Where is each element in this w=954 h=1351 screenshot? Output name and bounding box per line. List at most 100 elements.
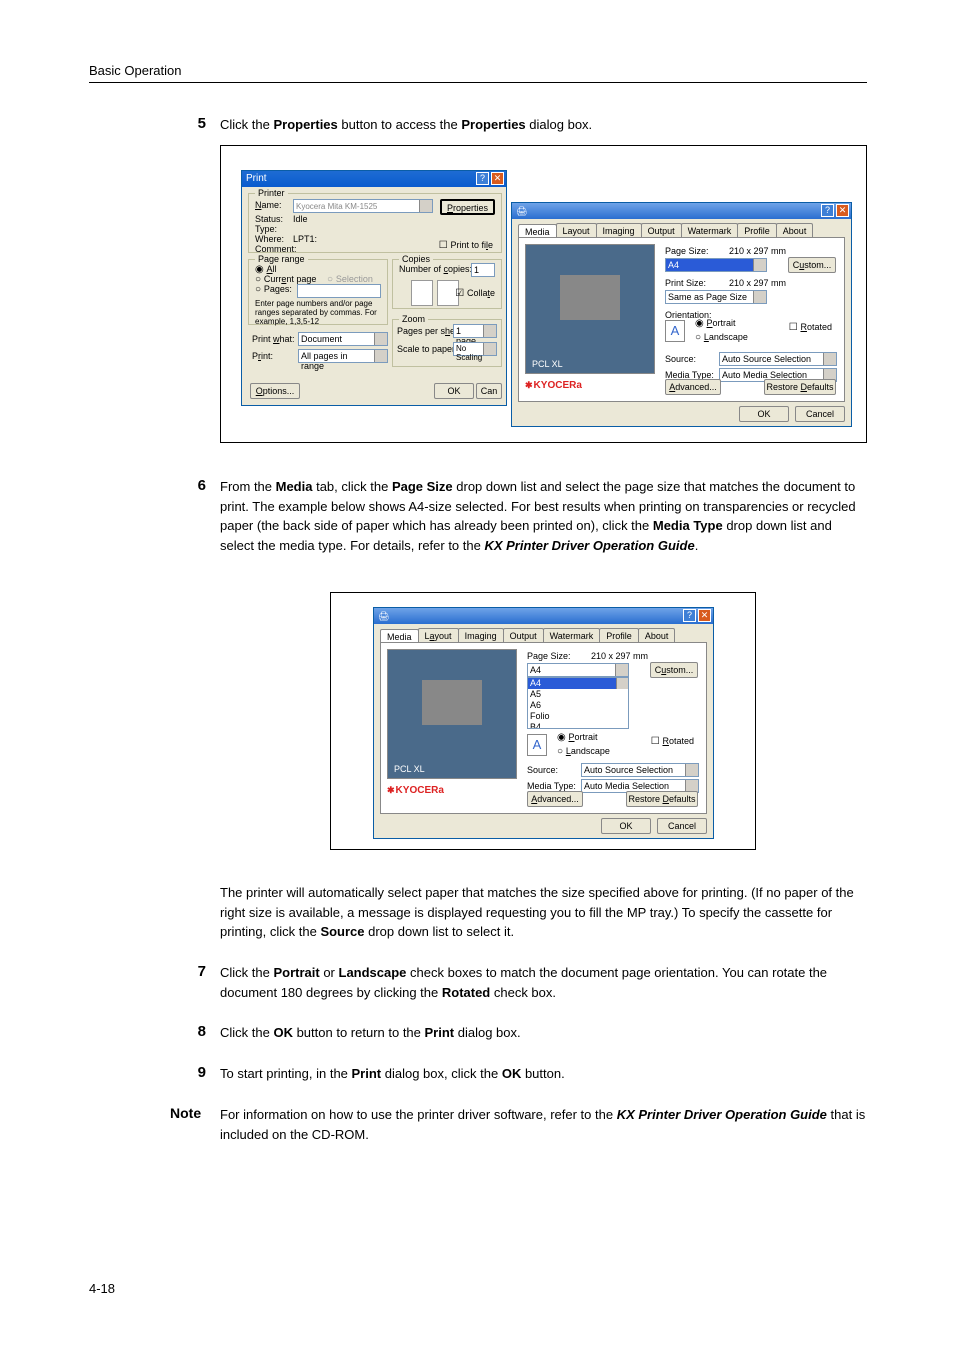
advanced-button-2[interactable]: Advanced... — [527, 791, 583, 807]
print-size-dims: 210 x 297 mm — [729, 278, 786, 288]
step-5-text: Click the Properties button to access th… — [220, 115, 867, 135]
collate-checkbox[interactable]: Collate — [455, 288, 495, 299]
print-range-dropdown[interactable]: All pages in range — [298, 349, 388, 363]
status-value: Idle — [293, 214, 308, 224]
orientation-icon: A — [665, 320, 685, 342]
list-item: A4 — [528, 678, 628, 689]
tab-profile-2[interactable]: Profile — [599, 628, 639, 643]
advanced-button[interactable]: Advanced... — [665, 379, 721, 395]
page-size-dropdown[interactable]: A4 — [665, 258, 767, 272]
print-dialog: Print ? ✕ Printer Name: Kyocera Mita KM-… — [241, 170, 507, 406]
printer-fieldset: Printer Name: Kyocera Mita KM-1525 Prope… — [248, 193, 502, 253]
scale-dropdown[interactable]: No Scaling — [453, 342, 497, 356]
pages-input[interactable] — [297, 284, 381, 298]
custom-button-2[interactable]: Custom... — [650, 662, 698, 678]
page-range-fieldset: Page range All Current page Selection Pa… — [248, 259, 388, 325]
step-7-text: Click the Portrait or Landscape check bo… — [220, 963, 867, 1002]
tab-watermark[interactable]: Watermark — [681, 223, 739, 238]
print-what-label: Print what: — [252, 334, 295, 344]
close-icon[interactable]: ✕ — [491, 172, 504, 185]
cancel-button-2[interactable]: Cancel — [795, 406, 845, 422]
pcl-label-2: PCL XL — [394, 764, 425, 774]
close-icon[interactable]: ✕ — [836, 204, 849, 217]
collate-icon-1 — [411, 280, 433, 306]
step-7-number: 7 — [192, 963, 206, 980]
ok-button[interactable]: OK — [434, 383, 474, 399]
landscape-radio[interactable]: Landscape — [695, 332, 748, 343]
ok-button-3[interactable]: OK — [601, 818, 651, 834]
orientation-icon-2: A — [527, 734, 547, 756]
list-item: B4 — [528, 722, 628, 729]
printer-name-dropdown[interactable]: Kyocera Mita KM-1525 — [293, 199, 433, 213]
ok-button-2[interactable]: OK — [739, 406, 789, 422]
scrollbar[interactable] — [616, 678, 628, 689]
kyocera-logo: KYOCERa — [525, 380, 582, 391]
portrait-radio-2[interactable]: Portrait — [557, 732, 598, 743]
print-dialog-title: Print ? ✕ — [242, 171, 506, 187]
tab-panel: PCL XL KYOCERa Page Size: 210 x 297 mm A… — [518, 237, 845, 402]
print-size-label: Print Size: — [665, 278, 706, 288]
print-what-dropdown[interactable]: Document — [298, 332, 388, 346]
page-size-listbox[interactable]: A4 A5 A6 Folio B4 B5 (JIS) B6 — [527, 677, 629, 729]
comment-label: Comment: — [255, 244, 297, 254]
custom-button[interactable]: Custom... — [788, 257, 836, 273]
cancel-button[interactable]: Can — [476, 383, 502, 399]
source-label: Source: — [665, 354, 696, 364]
note-label: Note — [170, 1105, 201, 1121]
help-icon[interactable]: ? — [476, 172, 489, 185]
properties-dialog: 🖨 ? ✕ Media Layout Imaging Output Waterm… — [511, 202, 852, 427]
tab-watermark-2[interactable]: Watermark — [543, 628, 601, 643]
page-range-legend: Page range — [255, 254, 308, 264]
para-after-6: The printer will automatically select pa… — [220, 883, 867, 942]
pages-hint: Enter page numbers and/or page ranges se… — [255, 300, 385, 326]
page-number: 4-18 — [89, 1281, 115, 1296]
tab-imaging[interactable]: Imaging — [596, 223, 642, 238]
copies-legend: Copies — [399, 254, 433, 264]
source-dropdown[interactable]: Auto Source Selection — [719, 352, 837, 366]
portrait-radio[interactable]: Portrait — [695, 318, 736, 329]
help-icon[interactable]: ? — [683, 609, 696, 622]
properties-dialog-2: 🖨 ? ✕ Media Layout Imaging Output Waterm… — [373, 607, 714, 839]
step-5-number: 5 — [192, 115, 206, 132]
note-text: For information on how to use the printe… — [220, 1105, 867, 1144]
zoom-legend: Zoom — [399, 314, 428, 324]
page-size-dropdown-2[interactable]: A4 — [527, 663, 629, 677]
help-icon[interactable]: ? — [821, 204, 834, 217]
tab-imaging-2[interactable]: Imaging — [458, 628, 504, 643]
properties-button[interactable]: Properties — [440, 199, 495, 215]
landscape-radio-2[interactable]: Landscape — [557, 746, 610, 757]
cancel-button-3[interactable]: Cancel — [657, 818, 707, 834]
step-6-text: From the Media tab, click the Page Size … — [220, 477, 867, 555]
print-size-dropdown[interactable]: Same as Page Size — [665, 290, 767, 304]
options-button[interactable]: Options... — [250, 383, 300, 399]
restore-defaults-button[interactable]: Restore Defaults — [764, 379, 836, 395]
pages-radio[interactable]: Pages: — [255, 284, 292, 295]
restore-defaults-button-2[interactable]: Restore Defaults — [626, 791, 698, 807]
tab-layout-2[interactable]: Layout — [418, 628, 459, 643]
source-dropdown-2[interactable]: Auto Source Selection — [581, 763, 699, 777]
where-label: Where: — [255, 234, 284, 244]
rotated-checkbox[interactable]: Rotated — [789, 322, 832, 333]
pages-per-sheet-dropdown[interactable]: 1 page — [453, 324, 497, 338]
tab-output-2[interactable]: Output — [503, 628, 544, 643]
tab-about-2[interactable]: About — [638, 628, 676, 643]
page-size-label: Page Size: — [665, 246, 709, 256]
tab-about[interactable]: About — [776, 223, 814, 238]
media-type-label-2: Media Type: — [527, 781, 576, 791]
tab-profile[interactable]: Profile — [737, 223, 777, 238]
rotated-checkbox-2[interactable]: Rotated — [651, 736, 694, 747]
tab-layout[interactable]: Layout — [556, 223, 597, 238]
copies-fieldset: Copies Number of copies: 1 Collate — [392, 259, 502, 309]
zoom-fieldset: Zoom Pages per sheet: 1 page Scale to pa… — [392, 319, 502, 367]
header-rule — [89, 82, 867, 83]
where-value: LPT1: — [293, 234, 317, 244]
kyocera-logo-2: KYOCERa — [387, 785, 444, 796]
step-8-text: Click the OK button to return to the Pri… — [220, 1023, 867, 1043]
tab-panel-2: PCL XL KYOCERa Page Size: 210 x 297 mm A… — [380, 642, 707, 814]
close-icon[interactable]: ✕ — [698, 609, 711, 622]
copies-input[interactable]: 1 — [471, 263, 495, 277]
page-size-dims: 210 x 297 mm — [729, 246, 786, 256]
status-label: Status: — [255, 214, 283, 224]
tab-output[interactable]: Output — [641, 223, 682, 238]
print-to-file-checkbox[interactable]: Print to file — [439, 240, 493, 251]
